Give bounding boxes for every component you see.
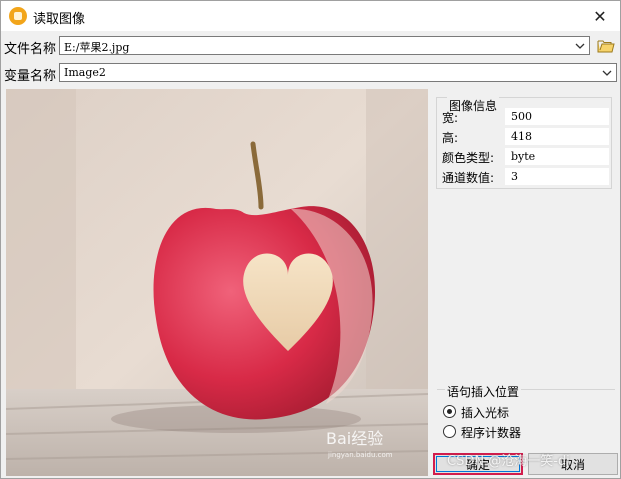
preview-watermark: Bai经验 <box>326 429 383 448</box>
info-label: 颜色类型: <box>442 151 495 165</box>
file-name-value: E:/苹果2.jpg <box>64 41 130 54</box>
variable-name-value: Image2 <box>64 66 106 79</box>
csdn-watermark: CSDN @沧海一笑-dj <box>447 454 570 469</box>
info-label: 高: <box>442 131 459 145</box>
file-name-combobox[interactable]: E:/苹果2.jpg <box>59 36 590 55</box>
close-button[interactable]: ✕ <box>580 1 620 31</box>
info-value-box: 500 <box>505 108 609 125</box>
info-label: 宽: <box>442 111 459 125</box>
info-row-height: 高: 418 <box>441 128 611 145</box>
app-icon <box>9 7 27 25</box>
folder-open-icon <box>597 40 615 53</box>
info-value-box: 3 <box>505 168 609 185</box>
info-value: byte <box>511 150 536 163</box>
info-label: 通道数值: <box>442 171 495 185</box>
radio-unchecked-icon[interactable] <box>443 425 456 438</box>
info-row-channels: 通道数值: 3 <box>441 168 611 185</box>
variable-name-combobox[interactable]: Image2 <box>59 63 617 82</box>
close-icon: ✕ <box>593 6 607 26</box>
image-preview: Bai经验 jingyan.baidu.com <box>6 89 428 476</box>
chevron-down-icon[interactable] <box>601 67 613 79</box>
apple-photo: Bai经验 jingyan.baidu.com <box>6 89 428 476</box>
info-value: 3 <box>511 170 518 183</box>
info-value-box: 418 <box>505 128 609 145</box>
info-value-box: byte <box>505 148 609 165</box>
file-name-label: 文件名称 <box>4 42 57 57</box>
info-value: 418 <box>511 130 532 143</box>
info-row-color-type: 颜色类型: byte <box>441 148 611 165</box>
variable-name-label: 变量名称 <box>4 69 57 84</box>
info-row-width: 宽: 500 <box>441 108 611 125</box>
radio-label[interactable]: 程序计数器 <box>461 424 521 441</box>
browse-folder-button[interactable] <box>595 36 617 56</box>
chevron-down-icon[interactable] <box>574 40 586 52</box>
preview-watermark-url: jingyan.baidu.com <box>327 451 393 459</box>
info-value: 500 <box>511 110 532 123</box>
radio-label[interactable]: 插入光标 <box>461 404 509 421</box>
window-title: 读取图像 <box>33 12 86 27</box>
read-image-dialog: 读取图像 ✕ 文件名称 E:/苹果2.jpg 变量名称 Image2 Bai经验… <box>0 0 621 479</box>
title-bar: 读取图像 ✕ <box>1 1 620 31</box>
insert-position-title: 语句插入位置 <box>445 383 522 400</box>
radio-checked-icon[interactable] <box>443 405 456 418</box>
